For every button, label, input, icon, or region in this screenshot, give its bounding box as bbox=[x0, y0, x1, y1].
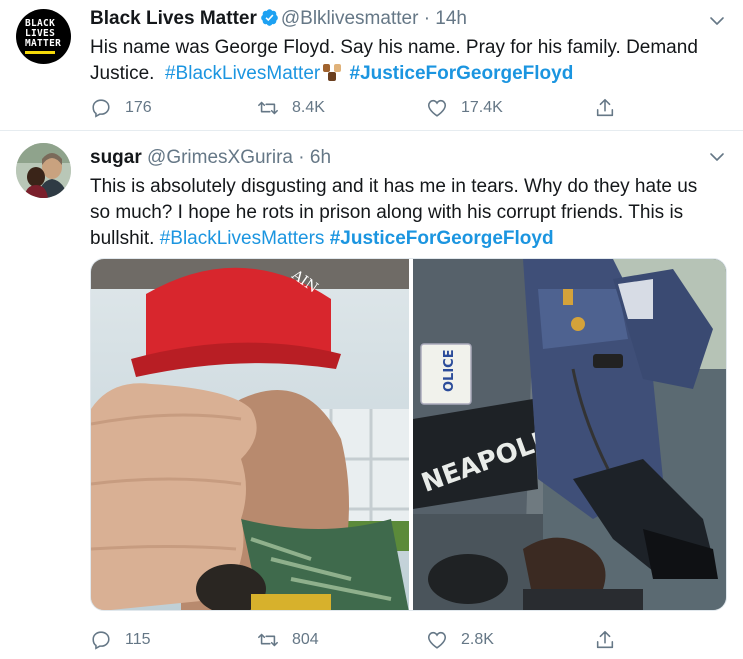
tweet-media[interactable]: AIN OLICE NEAPOLIS bbox=[90, 258, 727, 611]
share-icon bbox=[596, 630, 614, 649]
reply-button[interactable]: 176 bbox=[90, 94, 152, 122]
retweet-icon bbox=[258, 633, 278, 647]
media-photo-right[interactable]: OLICE NEAPOLIS bbox=[413, 259, 726, 610]
reply-button[interactable]: 115 bbox=[90, 626, 151, 654]
like-count: 17.4K bbox=[461, 99, 503, 116]
chevron-down-icon[interactable] bbox=[709, 149, 725, 165]
reply-count: 176 bbox=[125, 99, 152, 116]
display-name[interactable]: Black Lives Matter bbox=[90, 8, 257, 29]
separator: · bbox=[298, 147, 305, 168]
retweet-count: 804 bbox=[292, 631, 319, 648]
share-button[interactable] bbox=[594, 626, 616, 654]
avatar[interactable]: BLACK LIVES MATTER bbox=[16, 9, 71, 64]
reply-icon bbox=[92, 631, 110, 650]
display-name[interactable]: sugar bbox=[90, 147, 142, 168]
hashtag-link[interactable]: #JusticeForGeorgeFloyd bbox=[330, 228, 554, 249]
avatar[interactable] bbox=[16, 143, 71, 198]
retweet-button[interactable]: 804 bbox=[257, 626, 319, 654]
hashtag-link[interactable]: #BlackLivesMatters bbox=[160, 228, 325, 249]
retweet-button[interactable]: 8.4K bbox=[257, 94, 325, 122]
raised-fists-emoji bbox=[323, 64, 342, 81]
like-button[interactable]: 2.8K bbox=[426, 626, 494, 654]
separator: · bbox=[423, 8, 431, 29]
timestamp[interactable]: 6h bbox=[310, 147, 331, 168]
handle[interactable]: @Blklivesmatter bbox=[281, 8, 419, 29]
tweet-actions: 115 804 2.8K bbox=[90, 626, 650, 654]
hashtag-link[interactable]: #JusticeForGeorgeFloyd bbox=[350, 63, 574, 84]
reply-count: 115 bbox=[125, 631, 151, 648]
hashtag-link[interactable]: #BlackLivesMatter bbox=[165, 63, 320, 84]
like-icon bbox=[427, 631, 447, 649]
tweet-blacklivesmatter[interactable]: BLACK LIVES MATTER Black Lives Matter @Bl… bbox=[0, 0, 743, 131]
share-button[interactable] bbox=[594, 94, 616, 122]
plate-lettering: OLICE bbox=[442, 349, 457, 392]
timestamp[interactable]: 14h bbox=[435, 8, 467, 29]
like-count: 2.8K bbox=[461, 631, 494, 648]
like-icon bbox=[427, 99, 447, 117]
tweet-text: This is absolutely disgusting and it has… bbox=[90, 174, 710, 252]
handle[interactable]: @GrimesXGurira bbox=[147, 147, 293, 168]
media-photo-left[interactable]: AIN bbox=[91, 259, 409, 610]
arrest-photo: OLICE NEAPOLIS bbox=[413, 259, 726, 610]
tweet-text: His name was George Floyd. Say his name.… bbox=[90, 35, 710, 87]
selfie-photo: AIN bbox=[91, 259, 409, 610]
tweet-sugar[interactable]: sugar @GrimesXGurira · 6h This is absolu… bbox=[0, 132, 743, 659]
like-button[interactable]: 17.4K bbox=[426, 94, 503, 122]
share-icon bbox=[596, 98, 614, 117]
avatar-photo bbox=[16, 143, 71, 198]
avatar-logo-text: BLACK LIVES MATTER bbox=[25, 18, 62, 49]
avatar-logo-bar bbox=[25, 51, 55, 54]
reply-icon bbox=[92, 99, 110, 118]
tweet-header: Black Lives Matter @Blklivesmatter · 14h bbox=[90, 8, 467, 30]
verified-badge-icon bbox=[261, 9, 278, 26]
tweet-actions: 176 8.4K 17.4K bbox=[90, 94, 650, 122]
retweet-count: 8.4K bbox=[292, 99, 325, 116]
tweet-header: sugar @GrimesXGurira · 6h bbox=[90, 147, 331, 169]
chevron-down-icon[interactable] bbox=[709, 13, 725, 29]
retweet-icon bbox=[258, 101, 278, 115]
